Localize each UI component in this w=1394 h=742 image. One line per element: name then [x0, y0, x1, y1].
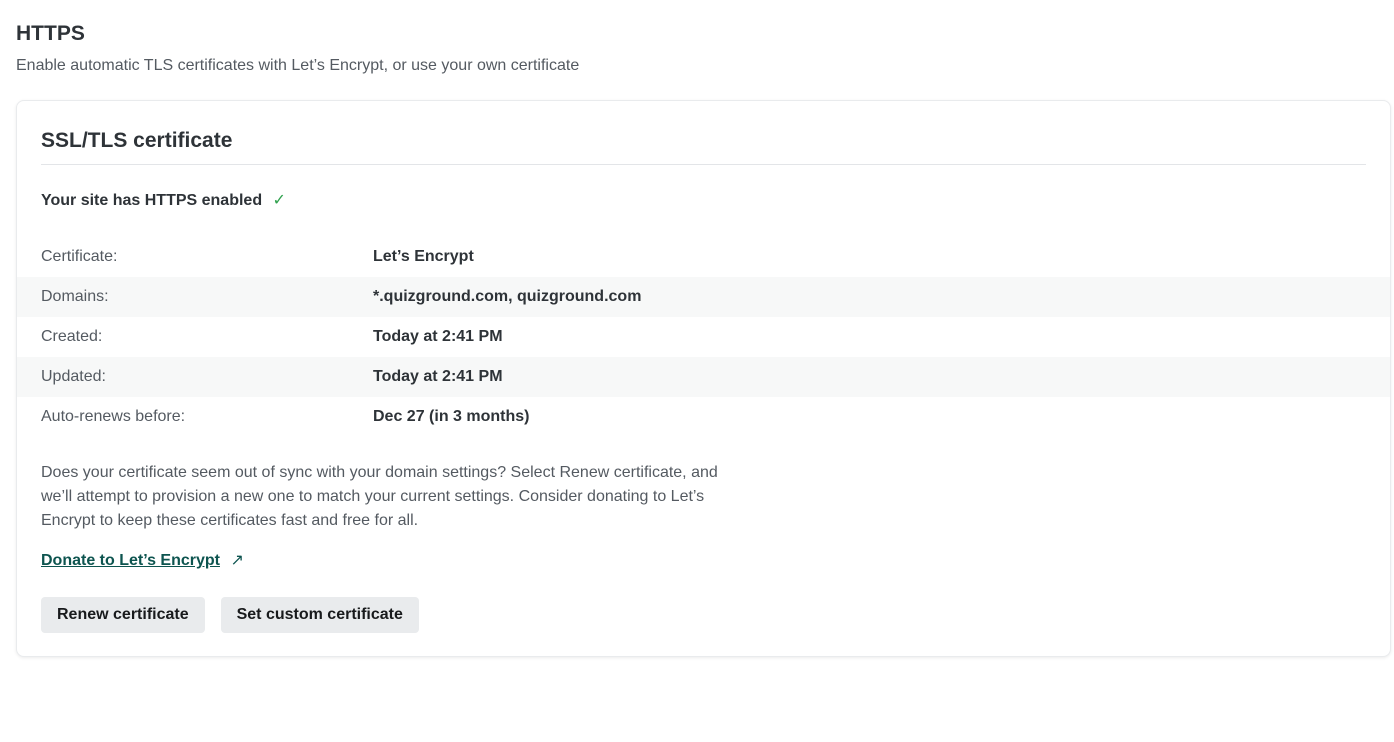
detail-label: Certificate:	[41, 248, 118, 265]
section-header: HTTPS Enable automatic TLS certificates …	[16, 20, 579, 77]
section-subtitle: Enable automatic TLS certificates with L…	[16, 57, 580, 74]
detail-row-created: Created: Today at 2:41 PM	[17, 317, 1390, 357]
section-title: HTTPS	[16, 22, 85, 45]
detail-row-auto-renews: Auto-renews before: Dec 27 (in 3 months)	[17, 397, 1390, 437]
divider	[41, 164, 1366, 165]
detail-row-updated: Updated: Today at 2:41 PM	[17, 357, 1390, 397]
ssl-certificate-card: SSL/TLS certificate Your site has HTTPS …	[16, 100, 1391, 657]
detail-row-certificate: Certificate: Let’s Encrypt	[17, 237, 1390, 277]
check-icon: ✓	[272, 192, 286, 209]
detail-value: Today at 2:41 PM	[373, 368, 503, 385]
detail-label: Auto-renews before:	[41, 408, 186, 425]
detail-row-domains: Domains: *.quizground.com, quizground.co…	[17, 277, 1390, 317]
renewal-explanation: Does your certificate seem out of sync w…	[41, 464, 718, 529]
detail-label: Updated:	[41, 368, 106, 385]
detail-value: Let’s Encrypt	[373, 248, 474, 265]
detail-value: Today at 2:41 PM	[373, 328, 503, 345]
detail-label: Created:	[41, 328, 103, 345]
certificate-details: Certificate: Let’s Encrypt Domains: *.qu…	[17, 237, 1390, 437]
certificate-actions: Renew certificate Set custom certificate	[41, 597, 419, 633]
detail-value: Dec 27 (in 3 months)	[373, 408, 530, 425]
https-settings-page: HTTPS Enable automatic TLS certificates …	[0, 0, 1394, 742]
https-status-text: Your site has HTTPS enabled	[41, 192, 263, 209]
set-custom-certificate-button[interactable]: Set custom certificate	[220, 597, 419, 633]
detail-label: Domains:	[41, 288, 109, 305]
detail-value: *.quizground.com, quizground.com	[373, 288, 642, 305]
renew-certificate-button[interactable]: Renew certificate	[41, 597, 205, 633]
donate-link-text[interactable]: Donate to Let’s Encrypt	[41, 552, 220, 569]
external-link-icon: ↗	[230, 552, 244, 569]
card-title: SSL/TLS certificate	[41, 129, 233, 152]
donate-link[interactable]: Donate to Let’s Encrypt ↗	[41, 550, 244, 572]
https-status: Your site has HTTPS enabled ✓	[41, 190, 286, 212]
